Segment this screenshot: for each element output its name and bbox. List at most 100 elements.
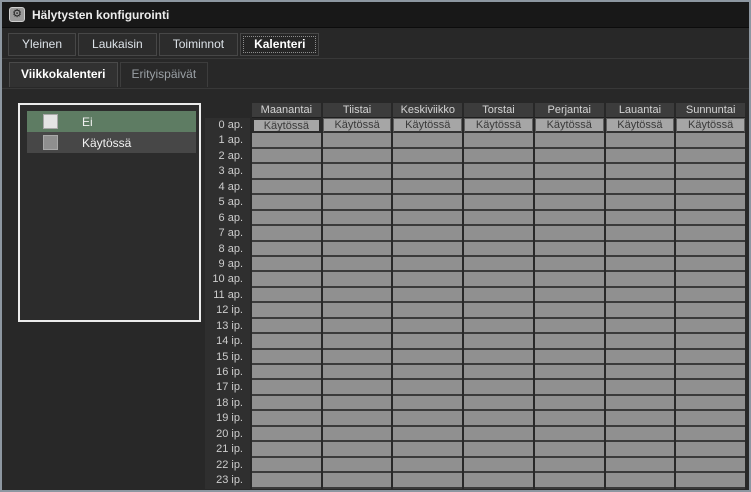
calendar-cell[interactable] bbox=[676, 133, 745, 148]
tab-laukaisin[interactable]: Laukaisin bbox=[78, 33, 157, 56]
calendar-cell[interactable] bbox=[606, 164, 675, 179]
calendar-cell[interactable] bbox=[323, 380, 392, 395]
calendar-cell[interactable] bbox=[535, 380, 604, 395]
calendar-cell[interactable] bbox=[393, 427, 462, 442]
calendar-cell[interactable] bbox=[393, 396, 462, 411]
calendar-cell[interactable] bbox=[323, 427, 392, 442]
calendar-cell[interactable]: Käytössä bbox=[676, 118, 745, 133]
calendar-cell[interactable] bbox=[676, 195, 745, 210]
calendar-cell[interactable] bbox=[535, 365, 604, 380]
calendar-cell[interactable] bbox=[535, 133, 604, 148]
calendar-cell[interactable] bbox=[676, 365, 745, 380]
calendar-cell[interactable] bbox=[393, 365, 462, 380]
tab-kalenteri[interactable]: Kalenteri bbox=[240, 33, 319, 56]
calendar-cell[interactable] bbox=[535, 319, 604, 334]
calendar-cell[interactable] bbox=[535, 411, 604, 426]
calendar-cell[interactable] bbox=[252, 442, 321, 457]
calendar-cell[interactable] bbox=[464, 427, 533, 442]
calendar-cell[interactable] bbox=[252, 195, 321, 210]
calendar-cell[interactable]: Käytössä bbox=[393, 118, 462, 133]
calendar-cell[interactable] bbox=[323, 473, 392, 488]
calendar-cell[interactable] bbox=[606, 226, 675, 241]
calendar-cell[interactable] bbox=[464, 180, 533, 195]
calendar-cell[interactable] bbox=[535, 288, 604, 303]
calendar-cell[interactable] bbox=[606, 180, 675, 195]
calendar-cell[interactable] bbox=[676, 149, 745, 164]
calendar-cell[interactable] bbox=[464, 380, 533, 395]
calendar-cell[interactable] bbox=[464, 164, 533, 179]
calendar-cell[interactable] bbox=[676, 303, 745, 318]
calendar-cell[interactable] bbox=[464, 365, 533, 380]
calendar-cell[interactable] bbox=[676, 473, 745, 488]
calendar-cell[interactable] bbox=[393, 272, 462, 287]
calendar-cell[interactable] bbox=[252, 211, 321, 226]
calendar-cell[interactable] bbox=[464, 411, 533, 426]
calendar-cell[interactable] bbox=[464, 458, 533, 473]
calendar-cell[interactable] bbox=[606, 195, 675, 210]
tab-toiminnot[interactable]: Toiminnot bbox=[159, 33, 238, 56]
calendar-cell[interactable] bbox=[535, 242, 604, 257]
calendar-cell[interactable]: Käytössä bbox=[535, 118, 604, 133]
calendar-cell[interactable] bbox=[323, 303, 392, 318]
calendar-cell[interactable] bbox=[323, 226, 392, 241]
calendar-cell[interactable] bbox=[464, 334, 533, 349]
calendar-cell[interactable] bbox=[393, 350, 462, 365]
calendar-cell[interactable] bbox=[535, 195, 604, 210]
calendar-cell[interactable] bbox=[393, 257, 462, 272]
calendar-cell[interactable] bbox=[535, 427, 604, 442]
calendar-cell[interactable] bbox=[252, 288, 321, 303]
calendar-cell[interactable] bbox=[535, 303, 604, 318]
calendar-cell[interactable] bbox=[323, 288, 392, 303]
calendar-cell[interactable] bbox=[393, 149, 462, 164]
calendar-cell[interactable] bbox=[393, 288, 462, 303]
calendar-cell[interactable] bbox=[606, 442, 675, 457]
calendar-cell[interactable] bbox=[323, 164, 392, 179]
calendar-cell[interactable] bbox=[393, 180, 462, 195]
calendar-cell[interactable] bbox=[323, 319, 392, 334]
calendar-cell[interactable] bbox=[535, 334, 604, 349]
calendar-cell[interactable] bbox=[323, 242, 392, 257]
calendar-cell[interactable] bbox=[606, 334, 675, 349]
calendar-cell[interactable]: Käytössä bbox=[252, 118, 321, 133]
calendar-cell[interactable] bbox=[676, 396, 745, 411]
calendar-cell[interactable] bbox=[464, 319, 533, 334]
calendar-cell[interactable] bbox=[606, 242, 675, 257]
calendar-cell[interactable] bbox=[252, 396, 321, 411]
calendar-cell[interactable] bbox=[323, 149, 392, 164]
calendar-cell[interactable] bbox=[393, 334, 462, 349]
calendar-cell[interactable] bbox=[464, 473, 533, 488]
calendar-cell[interactable] bbox=[323, 180, 392, 195]
calendar-cell[interactable] bbox=[393, 242, 462, 257]
calendar-cell[interactable] bbox=[393, 473, 462, 488]
calendar-cell[interactable] bbox=[252, 226, 321, 241]
legend-item-ei[interactable]: Ei bbox=[27, 111, 196, 132]
calendar-cell[interactable] bbox=[252, 272, 321, 287]
calendar-cell[interactable] bbox=[252, 411, 321, 426]
calendar-cell[interactable] bbox=[252, 350, 321, 365]
calendar-cell[interactable] bbox=[535, 164, 604, 179]
calendar-cell[interactable] bbox=[252, 242, 321, 257]
calendar-cell[interactable] bbox=[323, 334, 392, 349]
calendar-cell[interactable] bbox=[676, 427, 745, 442]
calendar-cell[interactable] bbox=[323, 442, 392, 457]
subtab-erityispaivat[interactable]: Erityispäivät bbox=[120, 62, 209, 87]
calendar-cell[interactable] bbox=[464, 442, 533, 457]
calendar-cell[interactable] bbox=[464, 288, 533, 303]
calendar-cell[interactable] bbox=[393, 133, 462, 148]
calendar-cell[interactable] bbox=[535, 180, 604, 195]
calendar-cell[interactable] bbox=[606, 411, 675, 426]
calendar-cell[interactable] bbox=[252, 473, 321, 488]
calendar-cell[interactable] bbox=[606, 380, 675, 395]
calendar-cell[interactable] bbox=[676, 350, 745, 365]
calendar-cell[interactable] bbox=[323, 257, 392, 272]
calendar-cell[interactable] bbox=[535, 149, 604, 164]
calendar-cell[interactable] bbox=[323, 365, 392, 380]
calendar-cell[interactable] bbox=[393, 303, 462, 318]
calendar-cell[interactable] bbox=[464, 350, 533, 365]
calendar-cell[interactable] bbox=[606, 149, 675, 164]
calendar-cell[interactable] bbox=[323, 458, 392, 473]
calendar-cell[interactable] bbox=[606, 272, 675, 287]
calendar-cell[interactable] bbox=[606, 458, 675, 473]
calendar-cell[interactable] bbox=[535, 226, 604, 241]
calendar-cell[interactable] bbox=[606, 303, 675, 318]
